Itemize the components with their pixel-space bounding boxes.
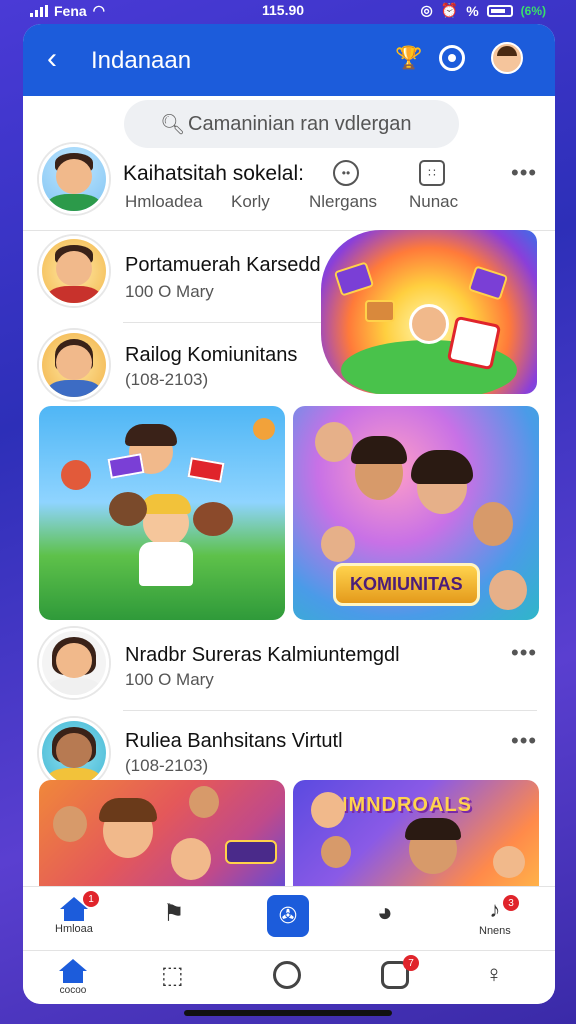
app-window: ‹ Indanaan 🏆 🔍︎ Camaninian ran vdlergan … — [23, 24, 555, 1004]
tab-user[interactable]: ◕ — [377, 897, 393, 928]
profile-tab-3[interactable]: Nlergans — [309, 192, 377, 212]
alarm-icon: ⏰ — [440, 2, 459, 18]
carrier-name: Fena — [54, 2, 87, 19]
notification-badge: 3 — [503, 895, 519, 911]
community-card[interactable]: KOMIUNITAS — [293, 406, 539, 620]
tab-home[interactable]: Hmloaa 1 — [55, 891, 99, 935]
notification-badge: 7 — [403, 955, 419, 971]
back-arrow-icon[interactable]: ‹ — [47, 42, 57, 76]
feed-avatar-2[interactable] — [39, 330, 109, 400]
tab-notifications-label: Nnens — [479, 925, 511, 937]
battery-percent: (6%) — [520, 3, 546, 18]
profile-avatar[interactable] — [39, 144, 109, 214]
emoji-icon[interactable]: •• — [333, 160, 359, 186]
feed-item-1-meta: 100 O Mary — [125, 282, 214, 301]
wifi-icon: ◠ — [92, 2, 105, 18]
circle-icon — [273, 961, 301, 989]
user-icon: ◕ — [377, 897, 393, 927]
profile-tab-4[interactable]: Nunac — [409, 192, 458, 212]
status-bar: Fena ◠ 115.90 ◎ ⏰ % (6%) — [0, 0, 576, 22]
profile-tab-2[interactable]: Korly — [231, 192, 270, 212]
app-icon: ✇ — [267, 895, 309, 937]
nav-home-label: cocoo — [59, 985, 87, 996]
nav-camera[interactable]: 7 — [381, 955, 419, 989]
bottom-tab-bar: Hmloaa 1 ⚑ ✇ ◕ ♪ Nnens 3 — [23, 886, 555, 950]
tab-home-label: Hmloaa — [55, 923, 93, 935]
feed-avatar-4[interactable] — [39, 718, 109, 788]
more-options-icon[interactable]: ••• — [511, 728, 537, 754]
flag-icon: ⚑ — [163, 900, 185, 927]
tab-app[interactable]: ✇ — [267, 895, 309, 937]
komunitas-label: KOMIUNITAS — [333, 563, 480, 606]
feed-item-1-name[interactable]: Portamuerah Karsedd — [125, 254, 321, 277]
profile-tab-1[interactable]: Hmloadea — [125, 192, 203, 212]
profile-title: Kaihatsitah sokelal: — [123, 162, 304, 185]
game-wheel-image[interactable] — [321, 230, 537, 394]
feed-item-2-name[interactable]: Railog Komiunitans — [125, 344, 297, 367]
profile-icon: ♀ — [485, 961, 503, 988]
tab-notifications[interactable]: ♪ Nnens 3 — [479, 895, 519, 937]
friends-card[interactable] — [39, 780, 285, 886]
bottom-nav-bar: cocoo ⬚ 7 ♀ — [23, 950, 555, 1004]
feed-item-4-meta: (108-2103) — [125, 756, 209, 775]
grid-icon[interactable]: ∷ — [419, 160, 445, 186]
divider — [123, 710, 537, 711]
tab-flag[interactable]: ⚑ — [163, 899, 185, 928]
feed-item-4-name[interactable]: Ruliea Banhsitans Virtutl — [125, 730, 343, 753]
divider — [123, 322, 323, 323]
more-options-icon[interactable]: ••• — [511, 160, 537, 186]
search-bar[interactable]: 🔍︎ Camaninian ran vdlergan — [124, 100, 459, 148]
battery-icon — [486, 4, 513, 17]
search-input[interactable]: Camaninian ran vdlergan — [188, 113, 411, 136]
feed-avatar-1[interactable] — [39, 236, 109, 306]
nav-home[interactable]: cocoo — [59, 959, 87, 996]
home-icon — [59, 959, 87, 983]
status-right: ◎ ⏰ % (6%) — [421, 2, 546, 19]
location-icon: ◎ — [420, 2, 433, 18]
status-time: 115.90 — [262, 2, 305, 18]
nav-profile[interactable]: ♀ — [485, 961, 503, 989]
celebration-card[interactable]: NMNDROALS — [293, 780, 539, 886]
profile-avatar-icon[interactable] — [491, 42, 523, 74]
kids-game-card[interactable] — [39, 406, 285, 620]
feed-avatar-3[interactable] — [39, 628, 109, 698]
nav-circle[interactable] — [273, 961, 301, 989]
home-indicator[interactable] — [184, 1010, 392, 1016]
search-icon: 🔍︎ — [160, 114, 186, 136]
notification-badge: 1 — [83, 891, 99, 907]
card-banner-text: NMNDROALS — [333, 794, 472, 816]
feed-item-3-name[interactable]: Nradbr Sureras Kalmiuntemgdl — [125, 644, 400, 667]
header-bar: ‹ Indanaan 🏆 — [23, 24, 555, 96]
more-options-icon[interactable]: ••• — [511, 640, 537, 666]
settings-icon[interactable] — [439, 45, 465, 71]
bell-icon: ♪ — [489, 897, 501, 922]
search-icon: ⬚ — [161, 962, 184, 989]
feed-item-2-meta: (108-2103) — [125, 370, 209, 389]
page-title: Indanaan — [91, 47, 192, 74]
feed-item-3-meta: 100 O Mary — [125, 670, 214, 689]
nav-search[interactable]: ⬚ — [161, 961, 184, 990]
trophy-icon[interactable]: 🏆 — [393, 42, 425, 74]
percent-icon: % — [466, 2, 479, 19]
status-left: Fena ◠ — [30, 2, 105, 19]
signal-icon — [30, 4, 48, 17]
